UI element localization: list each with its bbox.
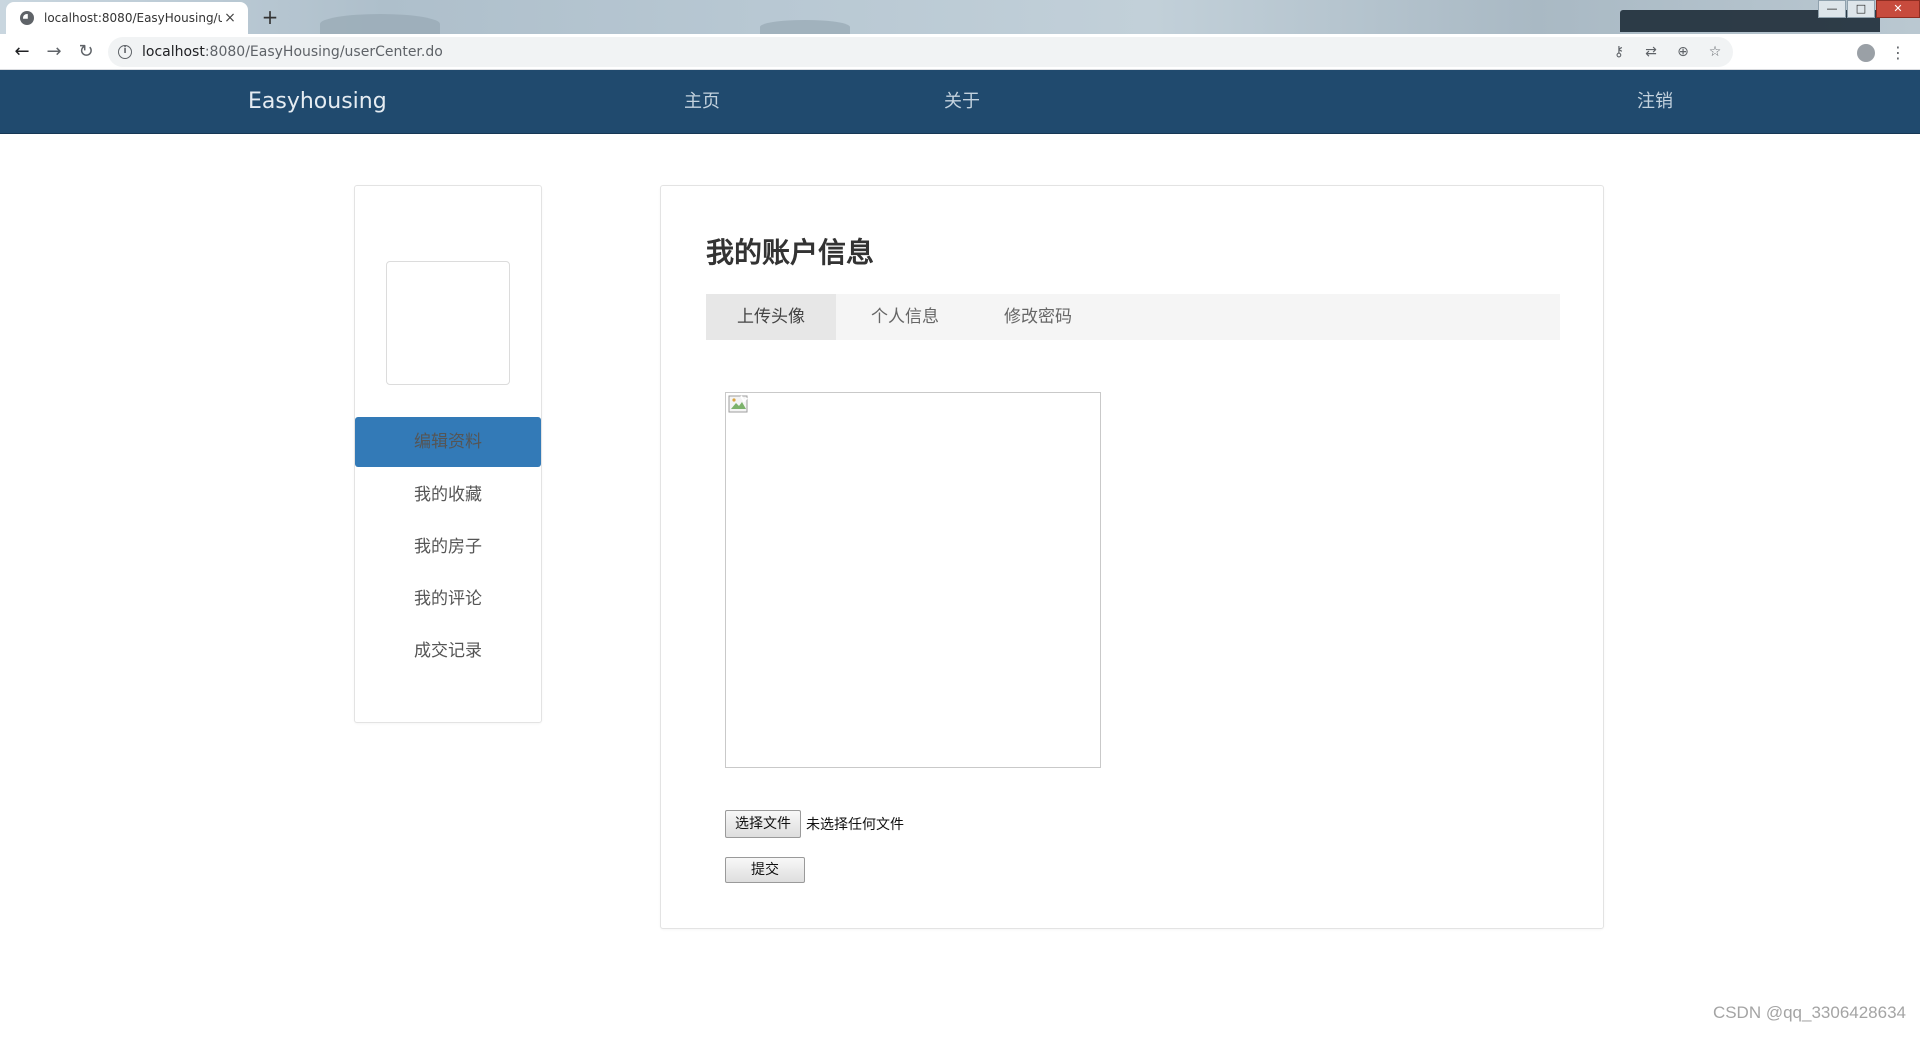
sidebar-item-my-houses[interactable]: 我的房子 (355, 521, 541, 573)
window-controls: — □ ✕ (1817, 0, 1920, 18)
url-path: :8080/EasyHousing/userCenter.do (204, 44, 443, 60)
sidebar-menu: 编辑资料 我的收藏 我的房子 我的评论 成交记录 (355, 417, 541, 677)
new-tab-button[interactable]: + (256, 6, 284, 30)
sidebar-item-favorites[interactable]: 我的收藏 (355, 469, 541, 521)
address-bar[interactable]: i localhost:8080/EasyHousing/userCenter.… (108, 37, 1733, 67)
window-close-button[interactable]: ✕ (1876, 0, 1920, 18)
url-host: localhost (142, 44, 205, 60)
translate-icon[interactable]: ⇄ (1635, 44, 1667, 60)
browser-toolbar: ← → ↻ i localhost:8080/EasyHousing/userC… (0, 34, 1920, 70)
reload-icon[interactable]: ↻ (70, 36, 102, 68)
sidebar-item-deal-records[interactable]: 成交记录 (355, 625, 541, 677)
globe-icon (20, 11, 34, 25)
account-tabs: 上传头像 个人信息 修改密码 (706, 294, 1560, 340)
tab-close-icon[interactable]: × (222, 10, 238, 26)
tab-personal-info[interactable]: 个人信息 (836, 294, 974, 340)
zoom-icon[interactable]: ⊕ (1667, 44, 1699, 60)
user-sidebar: 编辑资料 我的收藏 我的房子 我的评论 成交记录 (354, 185, 542, 723)
key-icon[interactable]: ⚷ (1603, 44, 1635, 60)
nav-logout-link[interactable]: 注销 (1637, 70, 1673, 134)
background-decoration (320, 14, 440, 34)
account-panel: 我的账户信息 上传头像 个人信息 修改密码 选择文件 未选择任何文件 提交 (660, 185, 1604, 929)
tab-upload-avatar[interactable]: 上传头像 (706, 294, 836, 340)
sidebar-item-my-comments[interactable]: 我的评论 (355, 573, 541, 625)
address-url[interactable]: localhost:8080/EasyHousing/userCenter.do (142, 44, 443, 60)
broken-image-icon (728, 395, 748, 413)
submit-button[interactable]: 提交 (725, 857, 805, 883)
browser-window: localhost:8080/EasyHousing/u × + — □ ✕ ←… (0, 0, 1920, 1037)
menu-kebab-icon[interactable]: ⋮ (1882, 43, 1914, 62)
browser-tab[interactable]: localhost:8080/EasyHousing/u × (6, 2, 248, 34)
maximize-button[interactable]: □ (1847, 0, 1875, 18)
profile-avatar-icon[interactable] (1850, 42, 1882, 62)
bookmark-star-icon[interactable]: ☆ (1699, 44, 1731, 60)
background-decoration (760, 20, 850, 34)
browser-tab-strip: localhost:8080/EasyHousing/u × + — □ ✕ (0, 0, 1920, 34)
back-arrow-icon[interactable]: ← (6, 36, 38, 68)
user-avatar (386, 261, 510, 385)
avatar-preview-image (725, 392, 1101, 768)
watermark: CSDN @qq_3306428634 (1712, 1003, 1906, 1022)
site-info-icon[interactable]: i (118, 45, 132, 59)
tab-change-password[interactable]: 修改密码 (974, 294, 1102, 340)
nav-about-link[interactable]: 关于 (944, 70, 980, 134)
site-navbar: Easyhousing 主页 关于 注销 (0, 70, 1920, 134)
nav-home-link[interactable]: 主页 (684, 70, 720, 134)
forward-arrow-icon[interactable]: → (38, 36, 70, 68)
sidebar-item-edit-profile[interactable]: 编辑资料 (355, 417, 541, 467)
no-file-status: 未选择任何文件 (806, 817, 904, 833)
minimize-button[interactable]: — (1818, 0, 1846, 18)
address-bar-actions: ⚷ ⇄ ⊕ ☆ (1603, 37, 1731, 67)
brand-logo[interactable]: Easyhousing (248, 70, 387, 134)
file-upload-row: 选择文件 未选择任何文件 (725, 810, 904, 838)
page-title: 我的账户信息 (706, 236, 875, 269)
submit-row: 提交 (725, 857, 805, 883)
tab-title: localhost:8080/EasyHousing/u (44, 11, 222, 25)
choose-file-button[interactable]: 选择文件 (725, 810, 801, 838)
toolbar-right: ⋮ (1850, 36, 1914, 68)
